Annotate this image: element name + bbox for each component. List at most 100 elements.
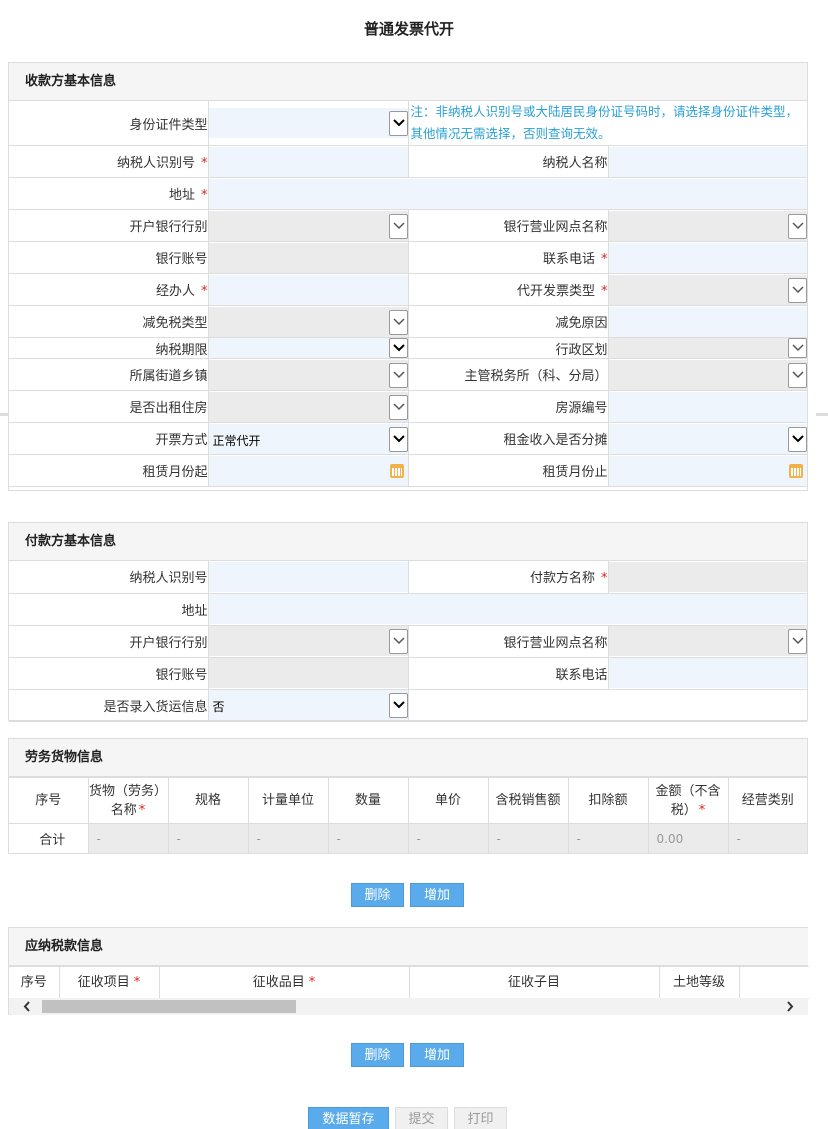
chevron-down-icon[interactable] <box>788 629 807 654</box>
rent-split-label: 租金收入是否分摊 <box>407 422 609 455</box>
payer-form: 纳税人识别号 付款方名称 * 地址 开户银行行别 银行营业网点名称 银行账号 联系… <box>9 561 807 722</box>
payee-panel-header: 收款方基本信息 <box>9 63 807 101</box>
chevron-down-icon[interactable] <box>788 277 808 303</box>
scroll-left-icon[interactable] <box>23 1001 31 1012</box>
exempt-type-label: 减免税类型 <box>9 305 209 338</box>
chevron-down-icon[interactable] <box>788 362 808 388</box>
rent-split-select[interactable] <box>608 423 808 454</box>
chevron-down-icon[interactable] <box>388 111 408 136</box>
print-button[interactable]: 打印 <box>454 1107 507 1129</box>
id-type-select[interactable] <box>208 108 408 138</box>
payer-name-input[interactable] <box>608 561 807 592</box>
chevron-down-icon[interactable] <box>788 213 808 239</box>
chevron-down-icon[interactable] <box>788 426 808 452</box>
payer-address-input[interactable] <box>208 594 807 624</box>
address-input[interactable] <box>208 178 808 209</box>
tax-add-button[interactable]: 增加 <box>410 1043 464 1067</box>
exempt-reason-input[interactable] <box>608 306 808 337</box>
street-label: 所属街道乡镇 <box>9 358 209 391</box>
scroll-right-icon[interactable] <box>786 1001 794 1012</box>
rent-end-input[interactable] <box>608 455 808 486</box>
payer-phone-input[interactable] <box>608 658 807 688</box>
taxpayer-id-input[interactable] <box>208 146 408 177</box>
freight-select[interactable]: 否 <box>208 690 408 720</box>
id-type-note: 注：非纳税人识别号或大陆居民身份证号码时，请选择身份证件类型，其他情况无需选择，… <box>410 104 799 141</box>
street-select[interactable] <box>208 359 408 390</box>
submit-button[interactable]: 提交 <box>395 1107 448 1129</box>
house-no-label: 房源编号 <box>407 390 609 423</box>
sum-cell: - <box>727 823 807 854</box>
tax-delete-button[interactable]: 删除 <box>351 1043 404 1067</box>
goods-sum-row: 合计 - - - - - - - 0.00 - <box>9 823 807 854</box>
tax-period-label: 纳税期限 <box>9 337 209 359</box>
freight-label: 是否录入货运信息 <box>9 688 209 722</box>
calendar-icon[interactable] <box>389 463 404 478</box>
tax-panel-header: 应纳税款信息 <box>9 928 808 966</box>
tax-table: 序号 征收项目 * 征收品目 * 征收子目 土地等级 <box>9 966 809 999</box>
payer-bank-branch-select[interactable] <box>608 626 807 656</box>
col-header: 征收子目 <box>408 966 660 999</box>
exempt-type-select[interactable] <box>208 306 408 337</box>
freight-value: 否 <box>212 700 225 714</box>
sum-cell: - <box>167 823 249 854</box>
house-no-input[interactable] <box>608 391 808 422</box>
payer-account-label: 银行账号 <box>9 656 209 690</box>
sum-cell: - <box>87 823 169 854</box>
phone-input[interactable] <box>608 242 808 273</box>
col-header: 货物（劳务）名称 * <box>87 777 169 824</box>
invoice-method-select[interactable]: 正常代开 <box>208 423 408 454</box>
scrollbar-thumb[interactable] <box>42 1000 296 1013</box>
rent-start-input[interactable] <box>208 455 408 486</box>
payer-taxpayer-id-input[interactable] <box>208 561 408 592</box>
taxpayer-name-input[interactable] <box>608 146 808 177</box>
rent-end-label: 租赁月份止 <box>407 454 609 487</box>
tax-office-select[interactable] <box>608 359 808 390</box>
sum-cell: - <box>327 823 409 854</box>
col-header: 征收项目 * <box>58 966 160 999</box>
exempt-reason-label: 减免原因 <box>407 305 609 338</box>
col-header: 序号 <box>9 966 60 999</box>
goods-add-button[interactable]: 增加 <box>410 883 464 907</box>
payer-account-input[interactable] <box>208 658 408 688</box>
chevron-down-icon[interactable] <box>388 362 408 388</box>
page-title: 普通发票代开 <box>363 20 454 38</box>
handler-input[interactable] <box>208 274 408 305</box>
invoice-type-select[interactable] <box>608 274 808 305</box>
chevron-down-icon[interactable] <box>388 693 408 718</box>
calendar-icon[interactable] <box>789 463 804 478</box>
bank-select[interactable] <box>208 210 408 241</box>
payer-address-label: 地址 <box>9 592 209 626</box>
payer-bank-select[interactable] <box>208 626 408 656</box>
region-select[interactable] <box>608 338 808 358</box>
goods-panel-header: 劳务货物信息 <box>9 739 807 777</box>
tax-scrollbar[interactable] <box>9 998 808 1015</box>
account-input[interactable] <box>208 242 408 273</box>
chevron-down-icon[interactable] <box>788 338 808 358</box>
rent-house-select[interactable] <box>208 391 408 422</box>
col-header: 含税销售额 <box>487 777 569 824</box>
chevron-down-icon[interactable] <box>388 309 408 335</box>
col-header: 扣除额 <box>567 777 649 824</box>
save-draft-button[interactable]: 数据暂存 <box>308 1107 389 1129</box>
taxpayer-name-label: 纳税人名称 <box>407 145 609 178</box>
chevron-down-icon[interactable] <box>388 394 408 420</box>
sum-cell: 0.00 <box>647 823 729 854</box>
bank-branch-label: 银行营业网点名称 <box>407 209 609 242</box>
phone-label: 联系电话 * <box>407 241 609 274</box>
bank-branch-select[interactable] <box>608 210 808 241</box>
sum-label: 合计 <box>9 823 89 854</box>
chevron-down-icon[interactable] <box>388 426 408 452</box>
col-header: 序号 <box>9 777 89 824</box>
payer-phone-label: 联系电话 <box>407 656 609 690</box>
col-header <box>738 966 809 999</box>
col-header: 经营类别 <box>727 777 807 824</box>
tax-period-select[interactable] <box>208 338 408 358</box>
region-label: 行政区划 <box>407 337 609 359</box>
chevron-down-icon[interactable] <box>388 213 408 239</box>
col-header: 土地等级 <box>658 966 740 999</box>
col-header: 计量单位 <box>247 777 329 824</box>
id-type-label: 身份证件类型 <box>9 101 209 146</box>
chevron-down-icon[interactable] <box>388 338 408 358</box>
chevron-down-icon[interactable] <box>388 629 408 654</box>
goods-delete-button[interactable]: 删除 <box>351 883 404 907</box>
